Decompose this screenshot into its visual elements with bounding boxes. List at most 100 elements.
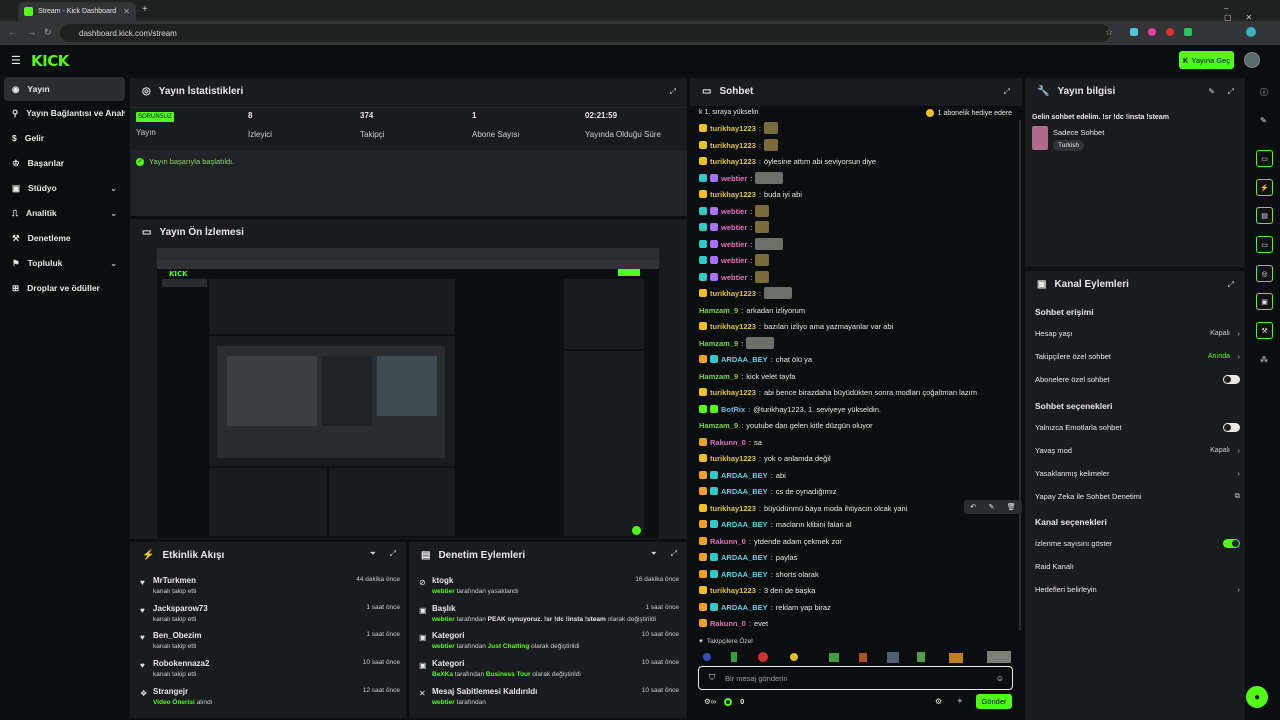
sidebar-item-stream-key[interactable]: ⚲Yayın Bağlantısı ve Anahtarı xyxy=(4,101,125,125)
chat-message[interactable]: Hamzam_9: arkadan izliyorum xyxy=(699,303,805,317)
settings-icon[interactable]: ⚙ xyxy=(935,697,942,706)
pin-icon[interactable]: ✎ xyxy=(989,503,995,511)
chat-message[interactable]: Rakunn_0: ytdende adam çekmek zor xyxy=(699,534,842,548)
chat-username[interactable]: Hamzam_9 xyxy=(699,339,738,348)
rail-info-button[interactable]: ⚒ xyxy=(1256,322,1273,339)
sidebar-item-analytics[interactable]: ⎍ Analitik ⌄ xyxy=(4,201,125,225)
window-controls[interactable]: –▢✕ xyxy=(1224,4,1280,22)
emotes-only-toggle[interactable] xyxy=(1223,422,1240,432)
url-field[interactable]: dashboard.kick.com/stream xyxy=(60,24,1110,42)
chat-username[interactable]: Rakunn_0 xyxy=(710,619,746,628)
emoji-icon[interactable]: ☺ xyxy=(996,674,1004,683)
reload-icon[interactable]: ↻ xyxy=(44,27,52,38)
chat-scrollbar[interactable] xyxy=(1019,120,1021,630)
chat-username[interactable]: ARDAA_BEY xyxy=(721,471,768,480)
sidebar-item-achievements[interactable]: ♔ Başarılar xyxy=(4,151,125,175)
sidebar-item-studio[interactable]: ▣ Stüdyo ⌄ xyxy=(4,176,125,200)
stream-preview[interactable]: KICK xyxy=(157,248,659,538)
kick-logo[interactable]: KICK xyxy=(31,52,69,70)
emote-picker-icon[interactable]: ✦ xyxy=(956,696,964,707)
chat-message[interactable]: turikhay1223: büyüdünmü baya moda ihtiyac… xyxy=(699,501,907,515)
extension-icon[interactable] xyxy=(1184,28,1192,36)
chat-message[interactable]: Hamzam_9: youtube dan gelen kitle düzgün … xyxy=(699,418,873,432)
reply-icon[interactable]: ↶ xyxy=(970,503,976,511)
chat-message[interactable]: Rakunn_0: sa xyxy=(699,435,762,449)
info-icon[interactable]: ⓘ xyxy=(1260,87,1268,98)
chat-username[interactable]: turikhay1223 xyxy=(710,141,756,150)
chat-message[interactable]: turikhay1223: öylesine attım abi seviyors… xyxy=(699,154,876,168)
chat-username[interactable]: turikhay1223 xyxy=(710,388,756,397)
chat-message[interactable]: ARDAA_BEY: macların klibini falan al xyxy=(699,517,852,531)
extension-icon[interactable] xyxy=(1148,28,1156,36)
sidebar-item-drops[interactable]: ⊞ Droplar ve ödüller xyxy=(4,276,125,300)
chat-message[interactable]: turikhay1223: yok o anlamda değil xyxy=(699,451,831,465)
chat-message[interactable]: Hamzam_9: kick velet tayfa xyxy=(699,369,795,383)
subs-chat-toggle[interactable] xyxy=(1223,374,1240,384)
chat-message[interactable]: turikhay1223: bazıları izliyo ama yazmaya… xyxy=(699,319,893,333)
raid-row[interactable]: Raid Kanalı xyxy=(1035,557,1240,575)
account-age-row[interactable]: Hesap yaşı Kapalı › xyxy=(1035,324,1240,342)
chat-message[interactable]: Rakunn_0: evet xyxy=(699,616,768,630)
go-live-button[interactable]: K Yayına Geç xyxy=(1179,51,1234,69)
chat-message[interactable]: webtier: xyxy=(699,171,784,185)
close-icon[interactable]: ✕ xyxy=(123,7,130,16)
bookmark-star-icon[interactable]: ☆ xyxy=(1105,27,1113,38)
back-icon[interactable]: ← xyxy=(8,27,17,37)
chat-message[interactable]: ARDAA_BEY: cs de oynadığımız xyxy=(699,484,837,498)
chat-username[interactable]: turikhay1223 xyxy=(710,454,756,463)
chat-message[interactable]: turikhay1223: xyxy=(699,121,778,135)
chat-message[interactable]: turikhay1223: abi bence birazdaha büyüdük… xyxy=(699,385,977,399)
chat-username[interactable]: turikhay1223 xyxy=(710,289,756,298)
expand-icon[interactable]: ⤢ xyxy=(390,549,396,559)
chat-message[interactable]: Hamzam_9: xyxy=(699,336,775,350)
chat-username[interactable]: webtier xyxy=(721,273,747,282)
extension-icon[interactable] xyxy=(1130,28,1138,36)
chat-message[interactable]: ARDAA_BEY: paylas xyxy=(699,550,797,564)
slow-mode-row[interactable]: Yavaş mod Kapalı › xyxy=(1035,441,1240,459)
send-button[interactable]: Gönder xyxy=(976,694,1012,709)
edit-icon[interactable]: ✎ xyxy=(1260,116,1267,125)
chat-username[interactable]: turikhay1223 xyxy=(710,586,756,595)
chat-username[interactable]: ARDAA_BEY xyxy=(721,553,768,562)
edit-icon[interactable]: ✎ xyxy=(1208,87,1215,96)
help-chat-button[interactable]: ● xyxy=(1246,686,1268,708)
sidebar-item-yayin[interactable]: ◉ Yayın xyxy=(4,77,125,101)
rail-chat-button[interactable]: ▭ xyxy=(1256,236,1273,253)
followers-chat-row[interactable]: Takipçilere özel sohbet Anında › xyxy=(1035,347,1240,365)
chat-username[interactable]: Hamzam_9 xyxy=(699,421,738,430)
menu-icon[interactable]: ☰ xyxy=(11,54,21,67)
ai-moderation-row[interactable]: Yapay Zeka ile Sohbet Denetimi ⧉ xyxy=(1035,487,1240,505)
chat-message[interactable]: webtier: xyxy=(699,220,770,234)
emote-row[interactable] xyxy=(699,650,1019,664)
sidebar-item-revenue[interactable]: $ Gelir xyxy=(4,126,125,150)
expand-icon[interactable]: ⤢ xyxy=(1004,87,1010,97)
mod-tools-icon[interactable]: ⚙∞ xyxy=(704,697,716,706)
sidebar-item-community[interactable]: ⚑ Topluluk ⌄ xyxy=(4,251,125,275)
expand-icon[interactable]: ⤢ xyxy=(1228,87,1234,97)
sidebar-item-moderation[interactable]: ⚒ Denetleme xyxy=(4,226,125,250)
chat-message[interactable]: ARDAA_BEY: chat ölü ya xyxy=(699,352,812,366)
rail-activity-button[interactable]: ⚡ xyxy=(1256,179,1273,196)
chat-username[interactable]: ARDAA_BEY xyxy=(721,487,768,496)
expand-icon[interactable]: ⤢ xyxy=(1228,280,1234,290)
chat-username[interactable]: webtier xyxy=(721,223,747,232)
profile-avatar[interactable] xyxy=(1246,27,1256,37)
chat-input[interactable]: ⛉ Bir mesaj gönderin ☺ xyxy=(698,666,1013,690)
chat-username[interactable]: webtier xyxy=(721,174,747,183)
chat-message[interactable]: ARDAA_BEY: reklam yap biraz xyxy=(699,600,831,614)
filter-icon[interactable]: ⏷ xyxy=(370,549,376,559)
chat-message[interactable]: turikhay1223: buda iyi abi xyxy=(699,187,802,201)
chat-message[interactable]: webtier: xyxy=(699,253,770,267)
user-avatar[interactable] xyxy=(1244,52,1260,68)
chat-username[interactable]: Rakunn_0 xyxy=(710,438,746,447)
chat-message[interactable]: turikhay1223: xyxy=(699,138,778,152)
chat-message[interactable]: BotRix: @turikhay1223, 1. seviyeye yüksel… xyxy=(699,402,881,416)
chat-username[interactable]: Hamzam_9 xyxy=(699,372,738,381)
chat-message[interactable]: webtier: xyxy=(699,270,770,284)
rail-stats-button[interactable]: ◎ xyxy=(1256,265,1273,282)
chat-username[interactable]: Hamzam_9 xyxy=(699,306,738,315)
forward-icon[interactable]: → xyxy=(27,27,36,37)
filter-icon[interactable]: ⏷ xyxy=(651,549,657,559)
expand-icon[interactable]: ⤢ xyxy=(670,87,676,97)
chat-username[interactable]: turikhay1223 xyxy=(710,504,756,513)
